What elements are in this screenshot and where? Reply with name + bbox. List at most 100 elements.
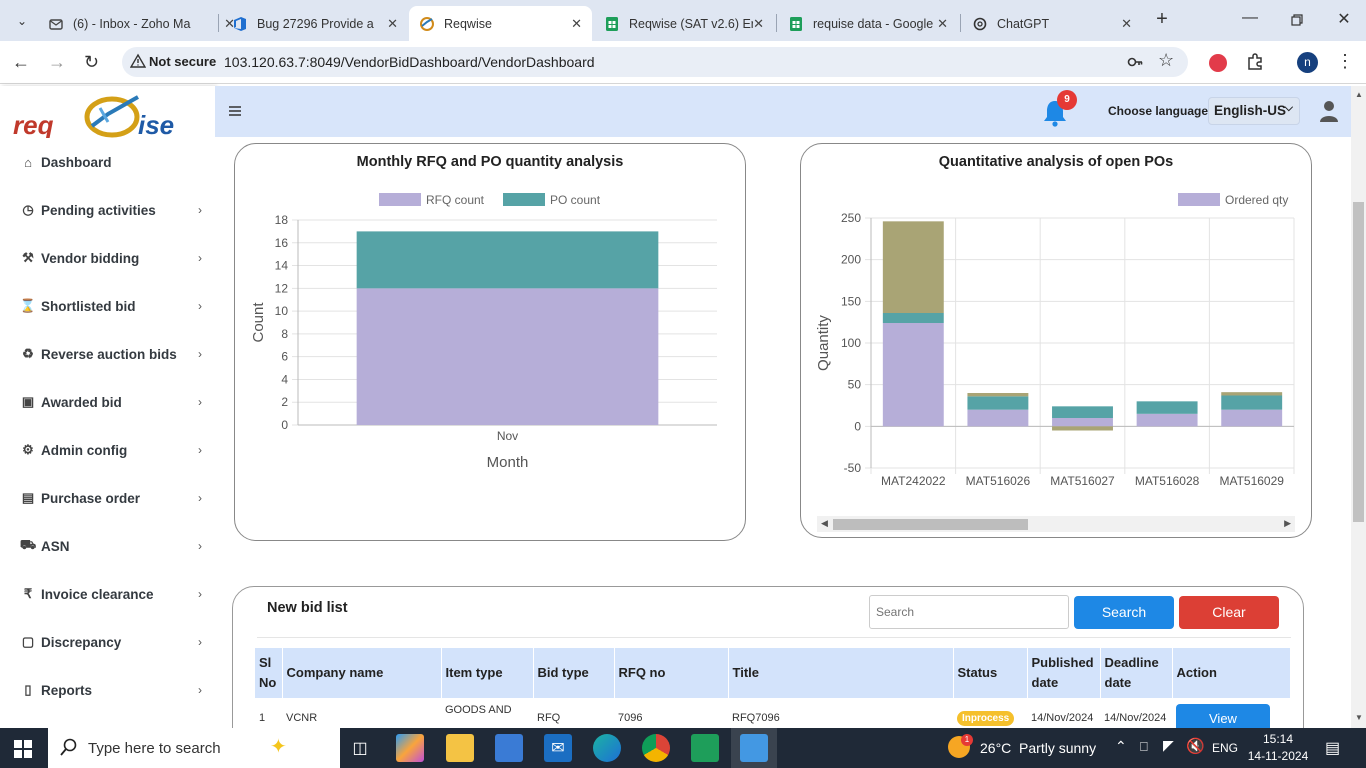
chevron-right-icon: › bbox=[198, 635, 202, 649]
sidebar-item-reverse-auction-bids[interactable]: ♻ Reverse auction bids › bbox=[0, 338, 215, 370]
browser-tab[interactable]: requise data - Google ✕ bbox=[778, 6, 958, 41]
close-tab-icon[interactable]: ✕ bbox=[387, 16, 398, 32]
volume-muted-icon[interactable]: 🔇 bbox=[1186, 737, 1205, 755]
y-tick-label: 14 bbox=[275, 259, 289, 273]
sidebar-item-discrepancy[interactable]: ▢ Discrepancy › bbox=[0, 626, 215, 658]
search-button[interactable]: Search bbox=[1074, 596, 1174, 629]
key-icon[interactable] bbox=[1126, 53, 1144, 76]
divider bbox=[257, 637, 1291, 638]
network-icon[interactable]: ⎕ bbox=[1140, 739, 1148, 755]
browser-tab-active[interactable]: Reqwise ✕ bbox=[409, 6, 592, 41]
active-app-indicator bbox=[731, 728, 777, 768]
tab-title: (6) - Inbox - Zoho Ma bbox=[73, 16, 191, 31]
minimize-button[interactable]: — bbox=[1238, 8, 1262, 32]
close-tab-icon[interactable]: ✕ bbox=[753, 16, 764, 32]
chart-horizontal-scrollbar[interactable]: ◀ ▶ bbox=[817, 516, 1295, 532]
file-explorer-icon[interactable] bbox=[446, 734, 474, 762]
microsoft-store-icon[interactable] bbox=[495, 734, 523, 762]
sidebar-item-awarded-bid[interactable]: ▣ Awarded bid › bbox=[0, 386, 215, 418]
scroll-up-icon[interactable]: ▲ bbox=[1355, 90, 1363, 99]
clear-button[interactable]: Clear bbox=[1179, 596, 1279, 629]
sidebar-item-asn[interactable]: ⛟ ASN › bbox=[0, 530, 215, 562]
sidebar-item-invoice-clearance[interactable]: ₹ Invoice clearance › bbox=[0, 578, 215, 610]
choose-language-label: Choose language bbox=[1108, 104, 1209, 118]
tab-search-button[interactable]: ⌄ bbox=[8, 8, 36, 34]
bar-segment bbox=[882, 323, 944, 427]
user-avatar-icon[interactable] bbox=[1319, 99, 1339, 128]
bid-search-input[interactable] bbox=[869, 595, 1069, 629]
bar-segment bbox=[1052, 418, 1113, 427]
scroll-down-icon[interactable]: ▼ bbox=[1355, 713, 1363, 722]
edge-browser-icon[interactable] bbox=[593, 734, 621, 762]
profile-avatar[interactable]: n bbox=[1297, 52, 1318, 73]
cell-rfq-no: 7096 bbox=[618, 712, 643, 724]
copilot-app-icon[interactable] bbox=[396, 734, 424, 762]
svg-text:ise: ise bbox=[138, 110, 174, 138]
scroll-left-icon[interactable]: ◀ bbox=[821, 518, 828, 529]
extension-red-icon[interactable] bbox=[1209, 54, 1227, 72]
y-tick-label: 50 bbox=[848, 378, 862, 392]
puzzle-extensions-icon[interactable] bbox=[1246, 53, 1264, 76]
clock-time[interactable]: 15:14 bbox=[1252, 732, 1304, 746]
close-window-button[interactable]: ✕ bbox=[1332, 8, 1356, 32]
reload-icon[interactable]: ↻ bbox=[84, 51, 104, 73]
url-text[interactable]: 103.120.63.7:8049/VendorBidDashboard/Ven… bbox=[224, 54, 595, 70]
scroll-right-icon[interactable]: ▶ bbox=[1284, 518, 1291, 529]
col-deadline-date: Deadline date bbox=[1100, 648, 1173, 698]
bookmark-star-icon[interactable]: ☆ bbox=[1158, 50, 1174, 71]
windows-start-icon[interactable] bbox=[14, 740, 32, 763]
chrome-browser-icon[interactable] bbox=[642, 734, 670, 762]
notification-badge: 9 bbox=[1057, 90, 1077, 110]
sidebar-item-shortlisted-bid[interactable]: ⌛ Shortlisted bid › bbox=[0, 290, 215, 322]
table-row: 1 VCNR GOODS AND RFQ 7096 RFQ7096 Inproc… bbox=[255, 698, 1291, 728]
notification-center-icon[interactable]: ▤ bbox=[1325, 738, 1340, 758]
browser-tab[interactable]: Bug 27296 Provide a ✕ bbox=[222, 6, 408, 41]
forward-icon[interactable]: → bbox=[48, 52, 68, 72]
weather-text[interactable]: 26°C Partly sunny bbox=[980, 740, 1096, 756]
sidebar-item-reports[interactable]: ▯ Reports › bbox=[0, 674, 215, 706]
browser-tab[interactable]: Reqwise (SAT v2.6) Er ✕ bbox=[594, 6, 774, 41]
sidebar-item-admin-config[interactable]: ⚙ Admin config › bbox=[0, 434, 215, 466]
sheets-app-icon[interactable] bbox=[691, 734, 719, 762]
y-tick-label: 16 bbox=[275, 236, 289, 250]
language-indicator[interactable]: ENG bbox=[1212, 741, 1238, 755]
copilot-sparkle-icon: ✦ bbox=[270, 736, 287, 758]
page-scrollbar[interactable]: ▲ ▼ bbox=[1351, 86, 1366, 728]
bar-segment bbox=[1052, 406, 1113, 418]
mail-app-icon[interactable]: ✉ bbox=[544, 734, 572, 762]
new-tab-button[interactable]: + bbox=[1150, 8, 1174, 32]
x-tick-label: MAT516026 bbox=[966, 474, 1031, 488]
chevron-right-icon: › bbox=[198, 395, 202, 409]
col-sl-no: Sl No bbox=[255, 648, 283, 698]
browser-tab[interactable]: (6) - Inbox - Zoho Ma ✕ bbox=[40, 6, 245, 41]
taskbar-search-box[interactable]: Type here to search ✦ bbox=[48, 728, 340, 768]
task-view-icon[interactable]: ◫ bbox=[346, 734, 374, 762]
hamburger-menu-icon[interactable] bbox=[229, 103, 241, 116]
sidebar-item-purchase-order[interactable]: ▤ Purchase order › bbox=[0, 482, 215, 514]
sidebar-item-pending-activities[interactable]: ◷ Pending activities › bbox=[0, 194, 215, 226]
sidebar-item-dashboard[interactable]: ⌂ Dashboard bbox=[0, 146, 215, 178]
tab-title: Reqwise (SAT v2.6) Er bbox=[629, 16, 753, 31]
language-select[interactable]: English-US ⌵ bbox=[1208, 97, 1300, 125]
clock-date[interactable]: 14-11-2024 bbox=[1246, 749, 1310, 763]
sidebar-item-label: Discrepancy bbox=[41, 634, 122, 650]
restore-button[interactable] bbox=[1285, 10, 1309, 30]
sidebar-item-vendor-bidding[interactable]: ⚒ Vendor bidding › bbox=[0, 242, 215, 274]
sidebar-item-label: Dashboard bbox=[41, 154, 112, 170]
x-tick-label: MAT242022 bbox=[881, 474, 946, 488]
back-icon[interactable]: ← bbox=[12, 52, 32, 72]
omnibox[interactable]: Not secure 103.120.63.7:8049/VendorBidDa… bbox=[122, 47, 1188, 77]
view-button[interactable]: View bbox=[1176, 703, 1270, 728]
tray-chevron-up-icon[interactable]: ⌃ bbox=[1115, 738, 1127, 755]
close-tab-icon[interactable]: ✕ bbox=[1121, 16, 1132, 32]
browser-menu-icon[interactable]: ⋮ bbox=[1336, 51, 1354, 71]
close-tab-icon[interactable]: ✕ bbox=[571, 16, 582, 32]
browser-tab[interactable]: ChatGPT ✕ bbox=[962, 6, 1142, 41]
wifi-icon[interactable]: ◤ bbox=[1163, 737, 1174, 754]
close-tab-icon[interactable]: ✕ bbox=[937, 16, 948, 32]
y-tick-label: 150 bbox=[841, 294, 861, 308]
security-label[interactable]: Not secure bbox=[149, 54, 216, 69]
scrollbar-thumb[interactable] bbox=[833, 519, 1028, 530]
y-tick-label: 100 bbox=[841, 336, 861, 350]
page-scrollbar-thumb[interactable] bbox=[1353, 202, 1364, 522]
